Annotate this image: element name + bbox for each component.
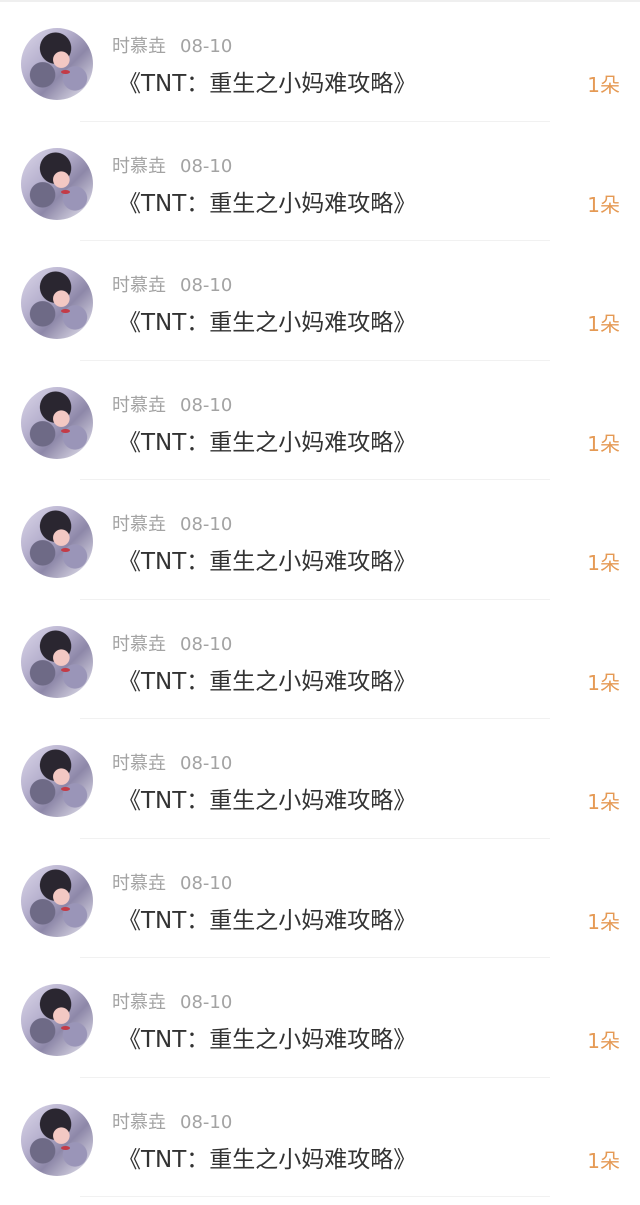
gift-count: 1朵: [587, 551, 620, 575]
gift-count: 1朵: [587, 1148, 620, 1173]
gift-count: 1朵: [587, 909, 620, 934]
avatar[interactable]: [21, 28, 93, 100]
avatar[interactable]: [21, 745, 93, 817]
item-title[interactable]: 《TNT：重生之小妈难攻略》: [118, 189, 416, 219]
list-item[interactable]: 时慕垚 08-10 《TNT：重生之小妈难攻略》 1朵: [0, 600, 640, 720]
avatar-detail: [61, 787, 70, 791]
avatar-detail: [61, 906, 70, 911]
list-item[interactable]: 时慕垚 08-10 《TNT：重生之小妈难攻略》 1朵: [0, 958, 640, 1078]
item-title[interactable]: 《TNT：重生之小妈难攻略》: [118, 547, 416, 577]
avatar[interactable]: [21, 267, 93, 339]
item-meta: 时慕垚 08-10: [112, 275, 232, 297]
date: 08-10: [180, 992, 233, 1013]
gift-count: 1朵: [587, 312, 620, 336]
gift-count: 1朵: [587, 73, 620, 97]
list-item[interactable]: 时慕垚 08-10 《TNT：重生之小妈难攻略》 1朵: [0, 241, 640, 361]
item-title[interactable]: 《TNT：重生之小妈难攻略》: [118, 786, 416, 816]
avatar-detail: [61, 1026, 70, 1030]
date: 08-10: [180, 753, 233, 774]
gift-list: 时慕垚 08-10 《TNT：重生之小妈难攻略》 1朵 时慕垚 08-10 《TNT…: [0, 0, 640, 1205]
username[interactable]: 时慕垚: [112, 156, 166, 177]
username[interactable]: 时慕垚: [112, 395, 166, 416]
list-item[interactable]: 时慕垚 08-10 《TNT：重生之小妈难攻略》 1朵: [0, 361, 640, 481]
item-meta: 时慕垚 08-10: [112, 36, 232, 58]
gift-count: 1朵: [587, 431, 620, 456]
username[interactable]: 时慕垚: [112, 873, 166, 894]
list-item[interactable]: 时慕垚 08-10 《TNT：重生之小妈难攻略》 1朵: [0, 480, 640, 600]
avatar-detail: [61, 428, 70, 433]
item-meta: 时慕垚 08-10: [112, 156, 232, 178]
item-title[interactable]: 《TNT：重生之小妈难攻略》: [118, 69, 416, 99]
list-item[interactable]: 时慕垚 08-10 《TNT：重生之小妈难攻略》 1朵: [0, 2, 640, 122]
avatar[interactable]: [21, 386, 93, 459]
date: 08-10: [180, 36, 233, 57]
avatar-detail: [61, 667, 70, 672]
avatar-detail: [61, 70, 70, 74]
avatar-detail: [61, 189, 70, 194]
username[interactable]: 时慕垚: [112, 1112, 166, 1133]
item-title[interactable]: 《TNT：重生之小妈难攻略》: [118, 1025, 416, 1055]
username[interactable]: 时慕垚: [112, 275, 166, 296]
date: 08-10: [180, 155, 233, 177]
avatar[interactable]: [21, 506, 93, 578]
item-meta: 时慕垚 08-10: [112, 514, 232, 536]
avatar-detail: [61, 548, 70, 552]
date: 08-10: [180, 275, 233, 296]
item-title[interactable]: 《TNT：重生之小妈难攻略》: [118, 308, 416, 338]
avatar-detail: [61, 1145, 70, 1150]
item-title[interactable]: 《TNT：重生之小妈难攻略》: [118, 428, 416, 458]
date: 08-10: [180, 633, 233, 655]
gift-count: 1朵: [587, 1029, 620, 1053]
avatar[interactable]: [21, 984, 93, 1056]
item-meta: 时慕垚 08-10: [112, 395, 232, 417]
item-meta: 时慕垚 08-10: [112, 634, 232, 656]
date: 08-10: [180, 1111, 233, 1133]
gift-count: 1朵: [587, 670, 620, 695]
date: 08-10: [180, 872, 233, 894]
username[interactable]: 时慕垚: [112, 753, 166, 774]
username[interactable]: 时慕垚: [112, 514, 166, 535]
avatar[interactable]: [21, 864, 93, 937]
item-meta: 时慕垚 08-10: [112, 992, 232, 1014]
item-meta: 时慕垚 08-10: [112, 1112, 232, 1134]
item-meta: 时慕垚 08-10: [112, 873, 232, 895]
item-title[interactable]: 《TNT：重生之小妈难攻略》: [118, 667, 416, 697]
list-item[interactable]: 时慕垚 08-10 《TNT：重生之小妈难攻略》 1朵: [0, 719, 640, 839]
avatar-detail: [61, 309, 70, 313]
list-item[interactable]: 时慕垚 08-10 《TNT：重生之小妈难攻略》 1朵: [0, 839, 640, 959]
username[interactable]: 时慕垚: [112, 36, 166, 57]
list-item[interactable]: 时慕垚 08-10 《TNT：重生之小妈难攻略》 1朵: [0, 122, 640, 242]
avatar[interactable]: [21, 147, 93, 220]
avatar[interactable]: [21, 1103, 93, 1176]
username[interactable]: 时慕垚: [112, 992, 166, 1013]
gift-count: 1朵: [587, 192, 620, 217]
item-meta: 时慕垚 08-10: [112, 753, 232, 775]
item-title[interactable]: 《TNT：重生之小妈难攻略》: [118, 1145, 416, 1175]
avatar[interactable]: [21, 625, 93, 698]
list-item[interactable]: 时慕垚 08-10 《TNT：重生之小妈难攻略》 1朵: [0, 1078, 640, 1198]
date: 08-10: [180, 394, 233, 416]
gift-count: 1朵: [587, 790, 620, 814]
item-title[interactable]: 《TNT：重生之小妈难攻略》: [118, 906, 416, 936]
date: 08-10: [180, 514, 233, 535]
username[interactable]: 时慕垚: [112, 634, 166, 655]
